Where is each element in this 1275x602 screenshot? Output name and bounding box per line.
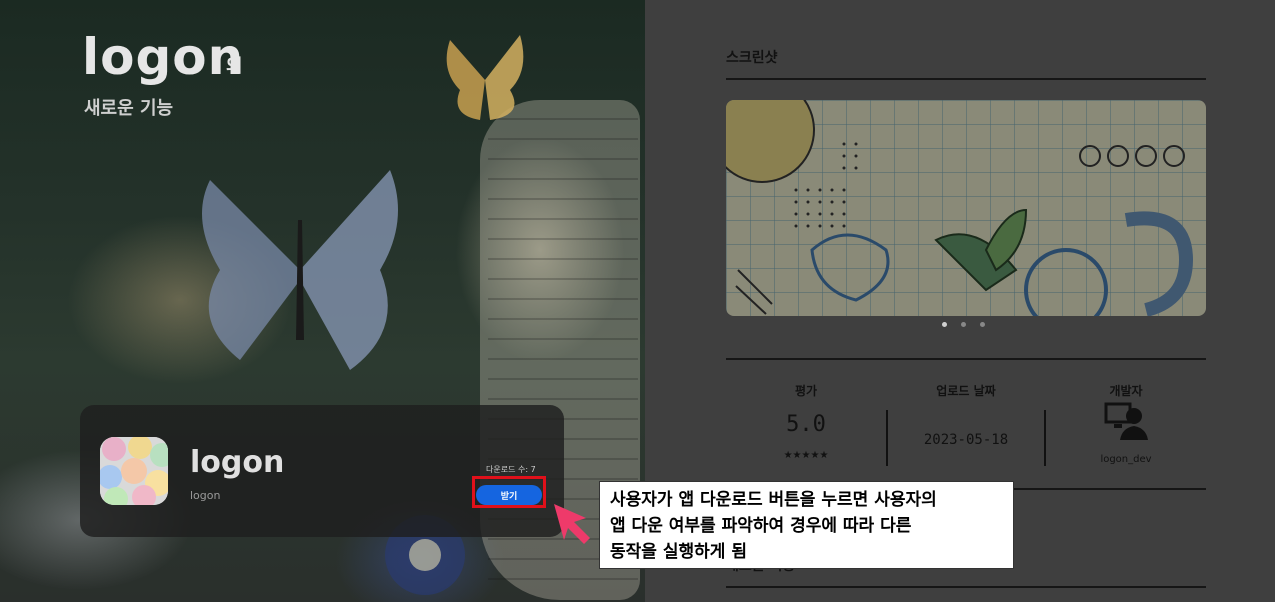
hero-title: logon: [82, 28, 245, 86]
annotation-callout: 사용자가 앱 다운로드 버튼을 누르면 사용자의 앱 다운 여부를 파악하여 경…: [599, 481, 1014, 569]
download-count: 다운로드 수: 7: [486, 465, 536, 474]
yellow-butterfly-image: [446, 35, 524, 120]
app-info-row: 평가 5.0 ★★★★★ 업로드 날짜 2023-05-18 개발자 logon…: [726, 362, 1206, 488]
hero-title-suffix: 의: [226, 56, 243, 77]
hero-subtitle: 새로운 기능: [84, 98, 174, 119]
carousel-dot[interactable]: [942, 322, 947, 327]
annotation-line-2: 앱 다운 여부를 파악하여 경우에 따라 다른: [610, 516, 912, 536]
carousel-dots: [942, 322, 985, 327]
annotation-line-1: 사용자가 앱 다운로드 버튼을 누르면 사용자의: [610, 490, 937, 510]
rating-value: 5.0: [786, 412, 826, 437]
hero-banner: logon 의 새로운 기능 logon logon 다운로드 수: 7 받기: [0, 0, 645, 602]
screenshot-carousel[interactable]: [726, 100, 1206, 316]
app-card: logon logon 다운로드 수: 7: [80, 405, 564, 537]
divider: [726, 586, 1206, 588]
developer-icon: [1104, 402, 1148, 440]
screenshot-image: [726, 100, 1194, 316]
app-icon: [100, 437, 168, 505]
rating-label: 평가: [794, 384, 818, 398]
developer-name: logon_dev: [1100, 454, 1152, 465]
annotation-line-3: 동작을 실행하게 됨: [610, 542, 747, 562]
carousel-dot[interactable]: [961, 322, 966, 327]
highlight-box: [472, 476, 546, 508]
pointer-arrow-icon: [554, 504, 590, 544]
divider: [726, 358, 1206, 360]
divider: [726, 78, 1206, 80]
developer-label: 개발자: [1109, 384, 1143, 398]
rating-stars: ★★★★★: [783, 450, 829, 461]
carousel-dot[interactable]: [980, 322, 985, 327]
upload-date-value: 2023-05-18: [923, 432, 1009, 448]
app-developer: logon: [190, 489, 221, 502]
screenshots-title: 스크린샷: [726, 50, 778, 66]
upload-date-label: 업로드 날짜: [936, 384, 996, 398]
blue-butterfly-image: [202, 170, 398, 370]
app-name: logon: [190, 445, 285, 480]
